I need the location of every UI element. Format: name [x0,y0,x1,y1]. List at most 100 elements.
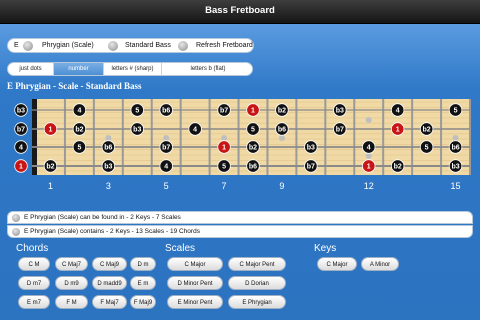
fret-note-label: b7 [336,127,344,134]
fret-note-label: b3 [104,164,112,171]
chord-chip[interactable]: E m7 [18,295,50,309]
title-bar: Bass Fretboard [0,0,480,24]
chord-chip[interactable]: F Maj7 [92,295,127,309]
fret-note-label: b6 [278,127,286,134]
fret-note-label: 5 [135,108,139,115]
fret-note-label: 1 [367,164,371,171]
scale-chip[interactable]: E Minor Pent [167,295,223,309]
tab-letters-flat[interactable]: letters b (flat) [162,63,252,75]
keys-heading: Keys [314,243,337,254]
fret-note-label: 4 [367,145,371,152]
fret-note-label: b2 [394,164,402,171]
fret-inlay [365,153,372,159]
fret-note-label: b2 [249,145,257,152]
chord-chip[interactable]: D madd9 [92,276,127,290]
fret-note-label: 1 [396,127,400,134]
root-note-knob-icon[interactable] [23,40,33,51]
fret-inlay [452,135,459,141]
fret-number: 12 [363,181,374,191]
fret-note-label: b2 [423,127,431,134]
expand-knob-icon[interactable] [12,227,20,236]
chord-chip[interactable]: C Maj9 [92,257,127,271]
scale-chip[interactable]: E Phrygian [228,295,286,309]
fret-note-label: b3 [307,145,315,152]
fret-note-label: 4 [164,164,168,171]
fret-note-label: 5 [251,127,255,134]
chords-heading: Chords [16,243,49,254]
key-chip[interactable]: A Minor [361,257,399,271]
fret-note-label: 5 [425,145,429,152]
found-in-text: E Phrygian (Scale) can be found in - 2 K… [24,214,181,221]
scale-chip[interactable]: C Major [167,257,223,271]
tab-letters-sharp[interactable]: letters # (sharp) [104,63,162,75]
contains-row[interactable]: E Phrygian (Scale) contains - 2 Keys - 1… [7,225,473,238]
display-mode-tabs: just dots number letters # (sharp) lette… [7,62,253,76]
fret-number: 5 [163,181,169,191]
fret-note-label: 1 [49,127,53,134]
scale-select[interactable]: Phrygian (Scale) [42,39,94,52]
fret-number: 3 [105,181,111,191]
fret-number: 15 [450,181,461,191]
fret-note-label: 5 [454,108,458,115]
fret-inlay [221,135,228,141]
chord-chip[interactable]: C M [18,257,50,271]
fret-note-label: b6 [104,145,112,152]
open-string-note-label: 4 [19,145,23,152]
chord-chip[interactable]: E m [130,276,156,290]
fret-note-label: b7 [220,108,228,115]
chord-chip[interactable]: D m9 [55,276,88,290]
tab-just-dots[interactable]: just dots [8,63,54,75]
fret-note-label: b3 [451,164,459,171]
key-chip[interactable]: C Major [317,257,357,271]
chord-chip[interactable]: D m7 [18,276,50,290]
fret-note-label: 1 [222,145,226,152]
fret-note-label: b7 [162,145,170,152]
found-in-row[interactable]: E Phrygian (Scale) can be found in - 2 K… [7,211,473,224]
fret-inlay [105,135,112,141]
fret-note-label: b3 [133,127,141,134]
fret-inlay [163,135,170,141]
scale-chip[interactable]: D Minor Pent [167,276,223,290]
refresh-fretboard-button[interactable]: Refresh Fretboard [196,39,253,52]
fret-note-label: b6 [451,145,459,152]
scales-heading: Scales [165,243,196,254]
fret-note-label: b2 [75,127,83,134]
tuning-knob-icon[interactable] [178,40,188,51]
chord-chip[interactable]: D m [130,257,156,271]
contains-text: E Phrygian (Scale) contains - 2 Keys - 1… [24,228,200,235]
fret-number: 7 [221,181,227,191]
fret-note-label: b6 [162,108,170,115]
fret-note-label: 1 [251,108,255,115]
fret-note-label: 4 [396,108,400,115]
open-string-note-label: b3 [17,108,25,115]
scale-chip[interactable]: C Major Pent [228,257,286,271]
fretboard-heading: E Phrygian - Scale - Standard Bass [7,81,142,91]
chord-chip[interactable]: F M [55,295,88,309]
control-bar: E Phrygian (Scale) Standard Bass Refresh… [7,38,254,53]
fret-note-label: 5 [222,164,226,171]
fret-inlay [278,135,285,141]
scale-chip[interactable]: D Dorian [228,276,286,290]
fret-note-label: 5 [77,145,81,152]
expand-knob-icon[interactable] [12,213,20,222]
chord-chip[interactable]: F Maj9 [130,295,156,309]
fret-note-label: 4 [77,108,81,115]
open-string-note-label: b7 [17,127,25,134]
fret-note-label: b6 [249,164,257,171]
fret-note-label: b2 [278,108,286,115]
fret-number: 1 [47,181,53,191]
app-title: Bass Fretboard [205,5,275,16]
fret-inlay [365,117,372,123]
fret-note-label: b3 [336,108,344,115]
fret-note-label: 4 [193,127,197,134]
root-note-select[interactable]: E [14,39,19,52]
scale-knob-icon[interactable] [108,40,118,51]
open-string-note-label: 1 [19,164,23,171]
fret-note-label: b2 [46,164,54,171]
fret-number: 9 [279,181,285,191]
fretboard[interactable]: b3 4 5 b6 b7 1 b2 b3 4 5 b7 1 b2 b3 4 5 b6 b7 1 b2 4 5 b6 b7 1 b2… [0,96,480,176]
tuning-select[interactable]: Standard Bass [125,39,171,52]
tab-number[interactable]: number [54,63,104,75]
fret-note-label: b7 [307,164,315,171]
chord-chip[interactable]: C Maj7 [55,257,88,271]
